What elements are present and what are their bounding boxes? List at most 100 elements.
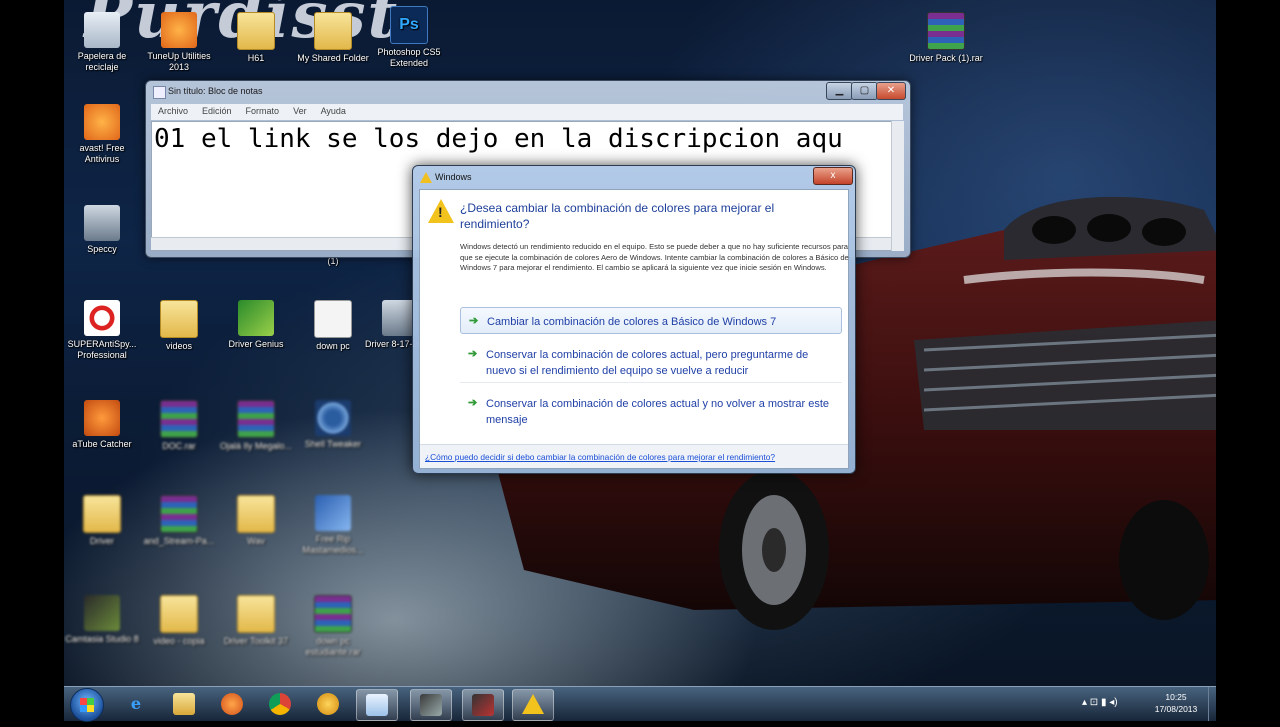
system-tray[interactable]: ▴ ⊡ ▮ ◂)	[1082, 697, 1118, 708]
menu-archivo[interactable]: Archivo	[151, 104, 195, 118]
desktop-icon-label: videos	[165, 341, 192, 351]
desktop-icon-label: Driver	[90, 536, 114, 546]
desktop-icon-tuneup[interactable]: TuneUp Utilities 2013	[139, 12, 219, 73]
notepad-icon	[366, 694, 388, 716]
desktop-icon-label: Shell Tweaker	[304, 439, 362, 449]
notepad-content: 01 el link se los dejo en la discripcion…	[154, 124, 843, 154]
desktop-icon-label: H61	[247, 53, 265, 63]
desktop-icon-shared-folder[interactable]: My Shared Folder	[293, 12, 373, 64]
desktop-icon-stream-rar[interactable]: and_Stream-Pa...	[139, 495, 219, 547]
winrar-icon	[160, 400, 198, 438]
taskbar-tuneup[interactable]	[308, 689, 348, 719]
dialog-heading: ¿Desea cambiar la combinación de colores…	[460, 201, 775, 231]
winrar-icon	[314, 595, 352, 633]
driver-genius-icon	[238, 300, 274, 336]
desktop-icon-label: TuneUp Utilities 2013	[147, 51, 211, 72]
dialog-description: Windows detectó un rendimiento reducido …	[460, 242, 849, 272]
free-rip-icon	[315, 495, 351, 531]
desktop-icon-driver-toolkit[interactable]: Driver Toolkit 37	[216, 595, 296, 647]
menu-edicion[interactable]: Edición	[195, 104, 239, 118]
menu-formato[interactable]: Formato	[239, 104, 287, 118]
option-label: Cambiar la combinación de colores a Bási…	[487, 316, 777, 328]
desktop-icon-avast[interactable]: avast! Free Antivirus	[64, 104, 142, 165]
dialog-close-button[interactable]: x	[813, 167, 853, 185]
option-label: Conservar la combinación de colores actu…	[486, 349, 809, 377]
desktop-icon-label: Camtasia Studio 8	[65, 634, 139, 644]
option-keep-never-ask[interactable]: ➔ Conservar la combinación de colores ac…	[460, 390, 842, 432]
letterbox-right	[1216, 0, 1280, 720]
start-button[interactable]	[70, 688, 104, 722]
folder-icon	[83, 495, 121, 533]
warning-icon	[420, 172, 432, 183]
taskbar-window-2[interactable]	[462, 689, 504, 721]
notepad-icon	[153, 86, 166, 99]
desktop-icon-superantispyware[interactable]: SUPERAntiSpy... Professional	[64, 300, 142, 361]
desktop-icon-driver-genius[interactable]: Driver Genius	[216, 300, 296, 350]
color-scheme-dialog[interactable]: Windows x ! ¿Desea cambiar la combinació…	[412, 165, 856, 474]
clock[interactable]: 10:25 17/08/2013	[1146, 691, 1206, 715]
desktop-icon-photoshop[interactable]: Ps Photoshop CS5 Extended	[369, 6, 449, 69]
taskbar-chrome[interactable]	[260, 689, 300, 719]
desktop-icon-ojala-rar[interactable]: Ojalá Ily Megalo...	[216, 400, 296, 452]
winrar-icon	[927, 12, 965, 50]
folder-icon	[237, 495, 275, 533]
desktop-icon-driver-pack[interactable]: Driver Pack (1).rar	[906, 12, 986, 64]
media-player-icon	[221, 693, 243, 715]
document-icon	[314, 300, 352, 338]
notepad-menubar: Archivo Edición Formato Ver Ayuda	[151, 104, 903, 120]
desktop-icon-camtasia[interactable]: Camtasia Studio 8	[64, 595, 142, 645]
desktop-icon-label: aTube Catcher	[72, 439, 132, 449]
green-arrow-icon: ➔	[468, 348, 478, 360]
taskbar-warning-dialog[interactable]	[512, 689, 554, 721]
desktop-icon-label: Wav	[247, 536, 265, 546]
green-arrow-icon: ➔	[468, 397, 478, 409]
desktop-icon-h61[interactable]: H61	[216, 12, 296, 64]
vertical-scrollbar[interactable]	[891, 121, 904, 251]
desktop-icon-recycle-bin[interactable]: Papelera de reciclaje	[64, 12, 142, 73]
winrar-icon	[237, 400, 275, 438]
desktop-icon-driver-folder[interactable]: Driver	[64, 495, 142, 547]
desktop-icon-label: SUPERAntiSpy... Professional	[67, 339, 137, 360]
folder-icon	[237, 595, 275, 633]
desktop-icon-label: down pc estudiante.rar	[305, 636, 361, 657]
tuneup-icon	[161, 12, 197, 48]
maximize-button[interactable]: ▢	[851, 82, 878, 100]
taskbar-notepad[interactable]	[356, 689, 398, 721]
letterbox-left	[0, 0, 64, 720]
app-icon	[472, 694, 494, 716]
desktop-icon-video-copia[interactable]: video - copia	[139, 595, 219, 647]
taskbar-media-player[interactable]	[212, 689, 252, 719]
photoshop-icon: Ps	[390, 6, 428, 44]
superantispyware-icon	[84, 300, 120, 336]
folder-icon	[314, 12, 352, 50]
desktop-icon-shell-tweaker[interactable]: Shell Tweaker	[293, 400, 373, 450]
desktop-icon-label: Driver Toolkit 37	[223, 636, 289, 646]
minimize-button[interactable]: ▁	[826, 82, 853, 100]
desktop-icon-speccy[interactable]: Speccy	[64, 205, 142, 255]
help-link[interactable]: ¿Cómo puedo decidir si debo cambiar la c…	[425, 452, 775, 462]
folder-icon	[160, 595, 198, 633]
menu-ayuda[interactable]: Ayuda	[314, 104, 353, 118]
option-keep-ask-again[interactable]: ➔ Conservar la combinación de colores ac…	[460, 341, 842, 383]
desktop-icon-wav[interactable]: Wav	[216, 495, 296, 547]
menu-ver[interactable]: Ver	[286, 104, 314, 118]
desktop-icon-down-pc-rar[interactable]: down pc estudiante.rar	[293, 595, 373, 658]
desktop-icon-atube[interactable]: aTube Catcher	[64, 400, 142, 450]
desktop-icon-label: avast! Free Antivirus	[79, 143, 125, 164]
notepad-title: Sin título: Bloc de notas	[168, 86, 263, 96]
desktop-icon-videos[interactable]: videos	[139, 300, 219, 352]
desktop-icon-label: DOC.rar	[162, 441, 196, 451]
taskbar-explorer[interactable]	[164, 689, 204, 719]
warning-mark: !	[438, 204, 443, 220]
desktop-icon-label: Papelera de reciclaje	[77, 51, 127, 72]
speccy-icon	[84, 205, 120, 241]
close-button[interactable]: ✕	[876, 82, 906, 100]
warning-icon	[522, 694, 544, 714]
taskbar-window-1[interactable]	[410, 689, 452, 721]
option-basic-scheme[interactable]: ➔ Cambiar la combinación de colores a Bá…	[460, 307, 842, 334]
desktop-icon-doc-rar[interactable]: DOC.rar	[139, 400, 219, 452]
desktop-icon-label: Free Rip Mastamedios...	[302, 534, 364, 555]
taskbar-internet-explorer[interactable]: e	[116, 689, 156, 719]
desktop-icon-free-rip[interactable]: Free Rip Mastamedios...	[293, 495, 373, 556]
folder-icon	[160, 300, 198, 338]
